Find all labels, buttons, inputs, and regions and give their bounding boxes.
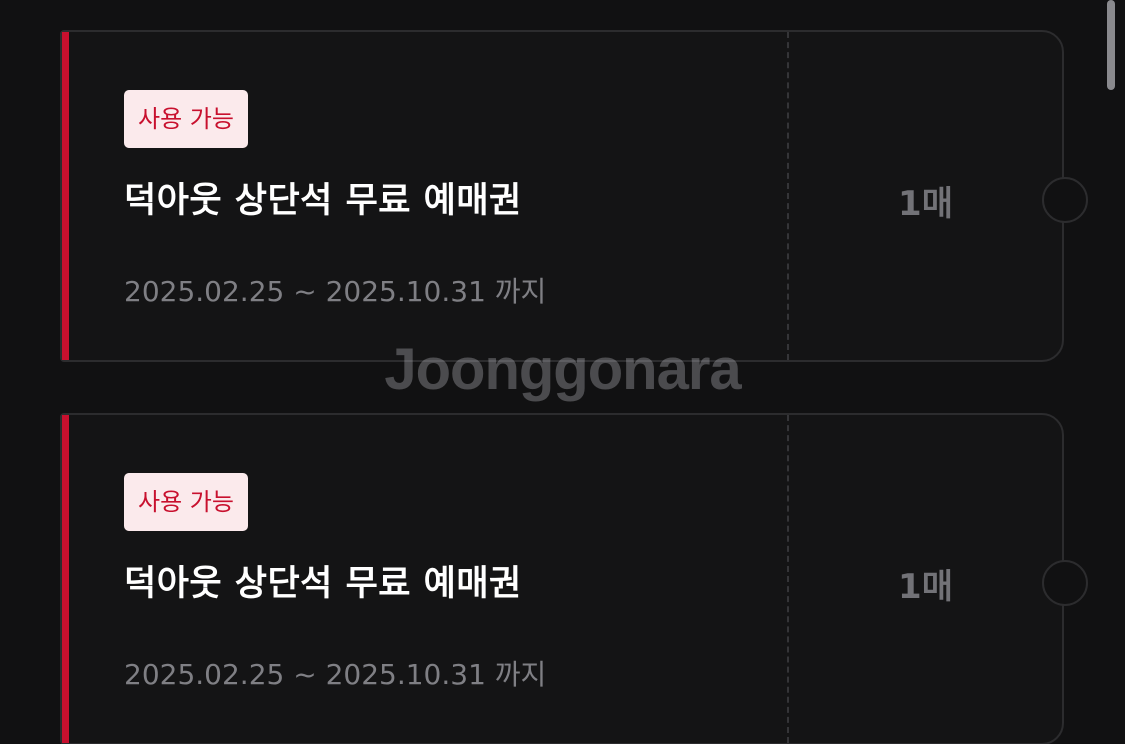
ticket-accent-bar (62, 415, 69, 743)
ticket-count: 1매 (898, 184, 953, 224)
ticket-count: 1매 (898, 567, 953, 607)
ticket-notch (1042, 177, 1088, 223)
ticket-validity-period: 2025.02.25 ~ 2025.10.31 까지 (124, 658, 547, 691)
ticket-card[interactable]: 사용 가능 덕아웃 상단석 무료 예매권 2025.02.25 ~ 2025.1… (60, 413, 1088, 744)
status-badge: 사용 가능 (124, 473, 248, 531)
ticket-notch (1042, 560, 1088, 606)
ticket-card[interactable]: 사용 가능 덕아웃 상단석 무료 예매권 2025.02.25 ~ 2025.1… (60, 30, 1088, 362)
ticket-validity-period: 2025.02.25 ~ 2025.10.31 까지 (124, 275, 547, 308)
coupon-list-screen: 사용 가능 덕아웃 상단석 무료 예매권 2025.02.25 ~ 2025.1… (0, 0, 1125, 744)
scrollbar[interactable] (1107, 0, 1115, 90)
status-badge: 사용 가능 (124, 90, 248, 148)
ticket-title: 덕아웃 상단석 무료 예매권 (124, 181, 522, 221)
ticket-accent-bar (62, 32, 69, 360)
ticket-title: 덕아웃 상단석 무료 예매권 (124, 564, 522, 604)
